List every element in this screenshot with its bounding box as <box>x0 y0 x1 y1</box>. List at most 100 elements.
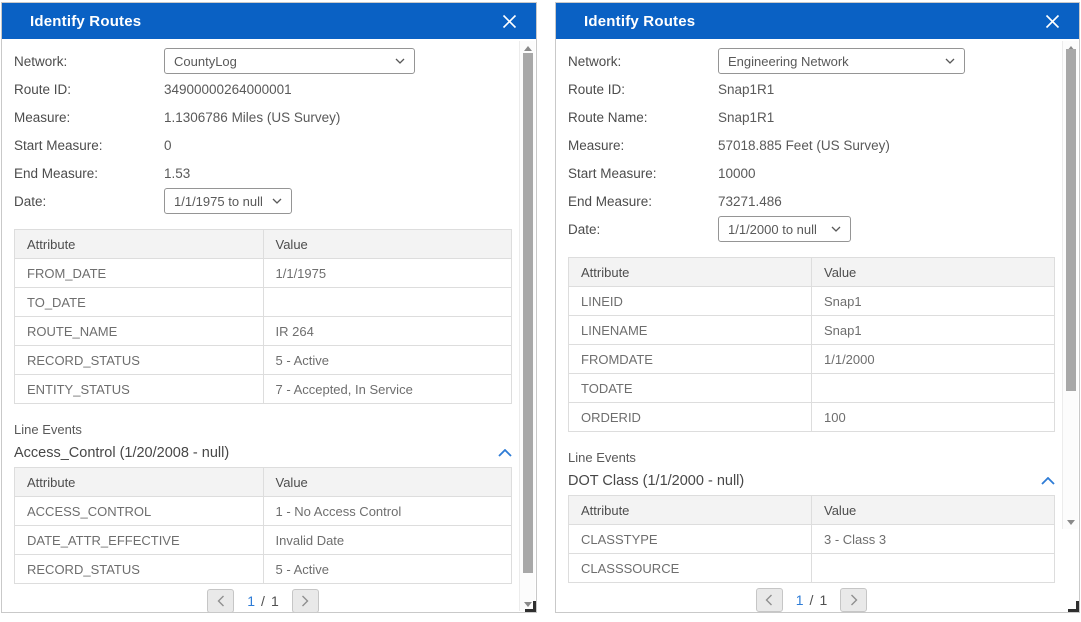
field-label: Route ID: <box>14 82 164 97</box>
field-value: 10000 <box>718 166 756 181</box>
field-date: Date: 1/1/1975 to null <box>14 187 512 215</box>
table-header-row: Attribute Value <box>15 468 512 497</box>
pagination: 1 / 1 <box>568 588 1055 612</box>
table-row: TODATE <box>569 374 1055 403</box>
field-value: 34900000264000001 <box>164 82 292 97</box>
line-events-group-title: DOT Class (1/1/2000 - null) <box>568 473 744 489</box>
table-row: RECORD_STATUS5 - Active <box>15 555 512 584</box>
network-select[interactable]: CountyLog <box>164 48 415 74</box>
column-header: Value <box>263 230 512 259</box>
prev-page-button[interactable] <box>756 588 783 612</box>
field-label: End Measure: <box>568 194 718 209</box>
field-network: Network: Engineering Network <box>568 47 1055 75</box>
chevron-up-icon[interactable] <box>498 449 512 457</box>
next-page-button[interactable] <box>840 588 867 612</box>
column-header: Value <box>812 496 1055 525</box>
scroll-up-arrow-icon[interactable] <box>520 43 536 53</box>
table-row: ACCESS_CONTROL1 - No Access Control <box>15 497 512 526</box>
line-events-label: Line Events <box>14 422 512 437</box>
route-attributes-table: Attribute Value LINEIDSnap1 LINENAMESnap… <box>568 257 1055 432</box>
field-label: Route ID: <box>568 82 718 97</box>
field-label: End Measure: <box>14 166 164 181</box>
network-select-value: Engineering Network <box>728 54 849 69</box>
page-indicator: 1 / 1 <box>796 592 827 608</box>
scroll-down-arrow-icon[interactable] <box>1063 517 1079 527</box>
page-separator: / <box>261 593 265 609</box>
identify-routes-dialog-right: Identify Routes Network: Engineering Net… <box>555 2 1080 613</box>
field-measure: Measure: 57018.885 Feet (US Survey) <box>568 131 1055 159</box>
next-page-button[interactable] <box>292 589 319 613</box>
current-page: 1 <box>796 592 804 608</box>
table-row: DATE_ATTR_EFFECTIVEInvalid Date <box>15 526 512 555</box>
column-header: Attribute <box>569 258 812 287</box>
line-events-group-header[interactable]: DOT Class (1/1/2000 - null) <box>568 471 1055 491</box>
vertical-scrollbar[interactable] <box>1062 41 1078 529</box>
table-row: CLASSSOURCE <box>569 554 1055 583</box>
chevron-down-icon <box>831 226 841 232</box>
table-row: CLASSTYPE3 - Class 3 <box>569 525 1055 554</box>
chevron-down-icon <box>272 198 282 204</box>
chevron-up-icon[interactable] <box>1041 477 1055 485</box>
pagination: 1 / 1 <box>14 589 512 613</box>
field-value: 1.53 <box>164 166 190 181</box>
chevron-right-icon <box>301 595 309 607</box>
vertical-scrollbar[interactable] <box>519 41 535 611</box>
date-select-value: 1/1/2000 to null <box>728 222 817 237</box>
field-network: Network: CountyLog <box>14 47 512 75</box>
field-route-id: Route ID: 34900000264000001 <box>14 75 512 103</box>
field-end-measure: End Measure: 73271.486 <box>568 187 1055 215</box>
prev-page-button[interactable] <box>207 589 234 613</box>
field-start-measure: Start Measure: 0 <box>14 131 512 159</box>
dialog-header: Identify Routes <box>2 3 536 39</box>
field-label: Measure: <box>14 110 164 125</box>
line-events-group-title: Access_Control (1/20/2008 - null) <box>14 445 229 461</box>
dialog-body: Network: Engineering Network Route ID: S… <box>556 39 1079 612</box>
field-label: Start Measure: <box>568 166 718 181</box>
table-row: ORDERID100 <box>569 403 1055 432</box>
column-header: Attribute <box>569 496 812 525</box>
field-end-measure: End Measure: 1.53 <box>14 159 512 187</box>
field-route-name: Route Name: Snap1R1 <box>568 103 1055 131</box>
field-label: Date: <box>568 222 718 237</box>
page-separator: / <box>810 592 814 608</box>
table-row: FROM_DATE1/1/1975 <box>15 259 512 288</box>
table-header-row: Attribute Value <box>569 258 1055 287</box>
table-header-row: Attribute Value <box>569 496 1055 525</box>
scrollbar-thumb[interactable] <box>523 53 533 573</box>
route-attributes-table: Attribute Value FROM_DATE1/1/1975 TO_DAT… <box>14 229 512 404</box>
network-select-value: CountyLog <box>174 54 237 69</box>
field-label: Network: <box>14 54 164 69</box>
line-events-table: Attribute Value CLASSTYPE3 - Class 3 CLA… <box>568 495 1055 583</box>
chevron-left-icon <box>765 594 773 606</box>
table-row: ROUTE_NAMEIR 264 <box>15 317 512 346</box>
date-select[interactable]: 1/1/2000 to null <box>718 216 851 242</box>
resize-grip[interactable] <box>1068 601 1079 612</box>
close-icon[interactable] <box>501 13 518 30</box>
column-header: Value <box>812 258 1055 287</box>
field-measure: Measure: 1.1306786 Miles (US Survey) <box>14 103 512 131</box>
column-header: Attribute <box>15 230 264 259</box>
table-row: RECORD_STATUS5 - Active <box>15 346 512 375</box>
field-date: Date: 1/1/2000 to null <box>568 215 1055 243</box>
field-value: 57018.885 Feet (US Survey) <box>718 138 890 153</box>
field-value: 1.1306786 Miles (US Survey) <box>164 110 340 125</box>
route-fields: Network: Engineering Network Route ID: S… <box>568 39 1055 243</box>
line-events-group-header[interactable]: Access_Control (1/20/2008 - null) <box>14 443 512 463</box>
field-label: Date: <box>14 194 164 209</box>
dialog-title: Identify Routes <box>30 13 141 30</box>
field-value: Snap1R1 <box>718 82 774 97</box>
date-select[interactable]: 1/1/1975 to null <box>164 188 292 214</box>
table-row: LINENAMESnap1 <box>569 316 1055 345</box>
dialog-title: Identify Routes <box>584 13 695 30</box>
total-pages: 1 <box>819 592 827 608</box>
field-label: Measure: <box>568 138 718 153</box>
chevron-left-icon <box>217 595 225 607</box>
close-icon[interactable] <box>1044 13 1061 30</box>
scrollbar-thumb[interactable] <box>1066 49 1076 391</box>
resize-grip[interactable] <box>525 601 536 612</box>
field-start-measure: Start Measure: 10000 <box>568 159 1055 187</box>
current-page: 1 <box>247 593 255 609</box>
network-select[interactable]: Engineering Network <box>718 48 965 74</box>
table-row: FROMDATE1/1/2000 <box>569 345 1055 374</box>
route-fields: Network: CountyLog Route ID: 34900000264… <box>14 39 512 215</box>
